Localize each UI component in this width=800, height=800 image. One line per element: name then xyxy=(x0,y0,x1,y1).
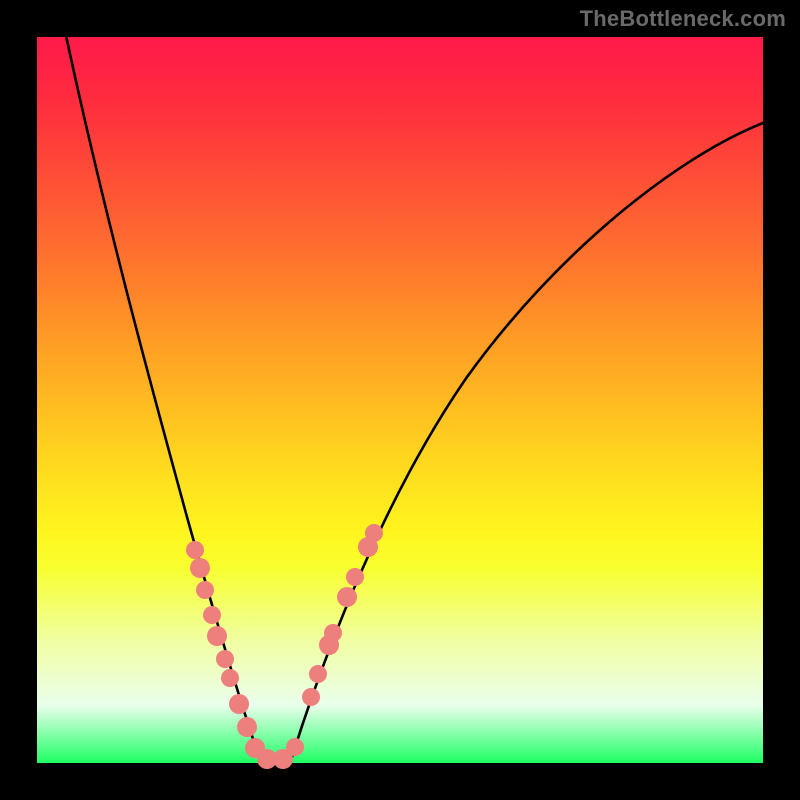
data-dot xyxy=(237,717,257,737)
data-dot xyxy=(286,738,304,756)
chart-svg xyxy=(37,37,763,763)
data-dot xyxy=(309,665,327,683)
data-dot xyxy=(196,581,214,599)
data-dot xyxy=(229,694,249,714)
data-dot xyxy=(207,626,227,646)
data-dot xyxy=(203,606,221,624)
chart-frame: TheBottleneck.com xyxy=(0,0,800,800)
data-dot xyxy=(216,650,234,668)
curve-left-branch xyxy=(65,31,259,757)
data-dot xyxy=(337,587,357,607)
data-dots xyxy=(186,524,383,769)
bottleneck-curve xyxy=(65,31,763,760)
watermark-text: TheBottleneck.com xyxy=(580,6,786,32)
data-dot xyxy=(190,558,210,578)
data-dot xyxy=(186,541,204,559)
data-dot xyxy=(365,524,383,542)
curve-right-branch xyxy=(292,123,763,757)
data-dot xyxy=(302,688,320,706)
data-dot xyxy=(221,669,239,687)
data-dot xyxy=(324,624,342,642)
data-dot xyxy=(346,568,364,586)
